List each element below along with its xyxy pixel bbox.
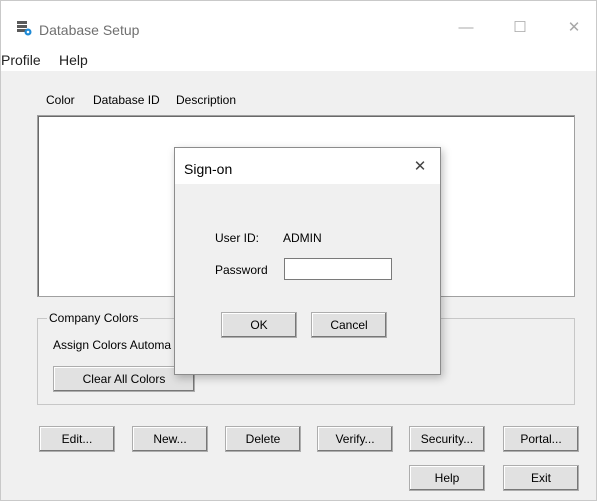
dialog-close-button[interactable]: ✕	[409, 156, 431, 178]
cancel-button[interactable]: Cancel	[311, 312, 387, 338]
company-colors-label: Company Colors	[47, 311, 141, 325]
database-icon	[17, 21, 32, 36]
dialog-title: Sign-on	[184, 161, 233, 177]
new-button[interactable]: New...	[132, 426, 208, 452]
column-header-database-id[interactable]: Database ID	[93, 93, 160, 107]
assign-colors-checkbox-label[interactable]: Assign Colors Automa	[53, 338, 171, 352]
sign-on-dialog: Sign-on ✕ User ID: ADMIN Password OK Can…	[174, 147, 441, 375]
password-field[interactable]	[284, 258, 392, 280]
dialog-title-bar: Sign-on ✕	[175, 148, 440, 184]
close-button[interactable]: ✕	[561, 15, 587, 41]
window-title: Database Setup	[39, 22, 140, 38]
verify-button[interactable]: Verify...	[317, 426, 393, 452]
column-header-color[interactable]: Color	[46, 93, 75, 107]
column-header-description[interactable]: Description	[176, 93, 236, 107]
title-bar: Database Setup — ☐ ✕	[1, 1, 596, 45]
ok-button[interactable]: OK	[221, 312, 297, 338]
portal-button[interactable]: Portal...	[503, 426, 579, 452]
edit-button[interactable]: Edit...	[39, 426, 115, 452]
database-setup-window: Database Setup — ☐ ✕ Profile Help Color …	[0, 0, 597, 501]
user-id-label: User ID:	[215, 231, 260, 245]
maximize-button[interactable]: ☐	[507, 15, 533, 41]
delete-button[interactable]: Delete	[225, 426, 301, 452]
exit-button[interactable]: Exit	[503, 465, 579, 491]
menu-profile[interactable]: Profile	[1, 52, 41, 68]
user-id-value: ADMIN	[283, 231, 322, 245]
password-label: Password	[215, 263, 268, 277]
minimize-button[interactable]: —	[453, 15, 479, 41]
menu-help[interactable]: Help	[59, 52, 88, 68]
help-button[interactable]: Help	[409, 465, 485, 491]
security-button[interactable]: Security...	[409, 426, 485, 452]
menu-bar: Profile Help	[1, 45, 596, 71]
